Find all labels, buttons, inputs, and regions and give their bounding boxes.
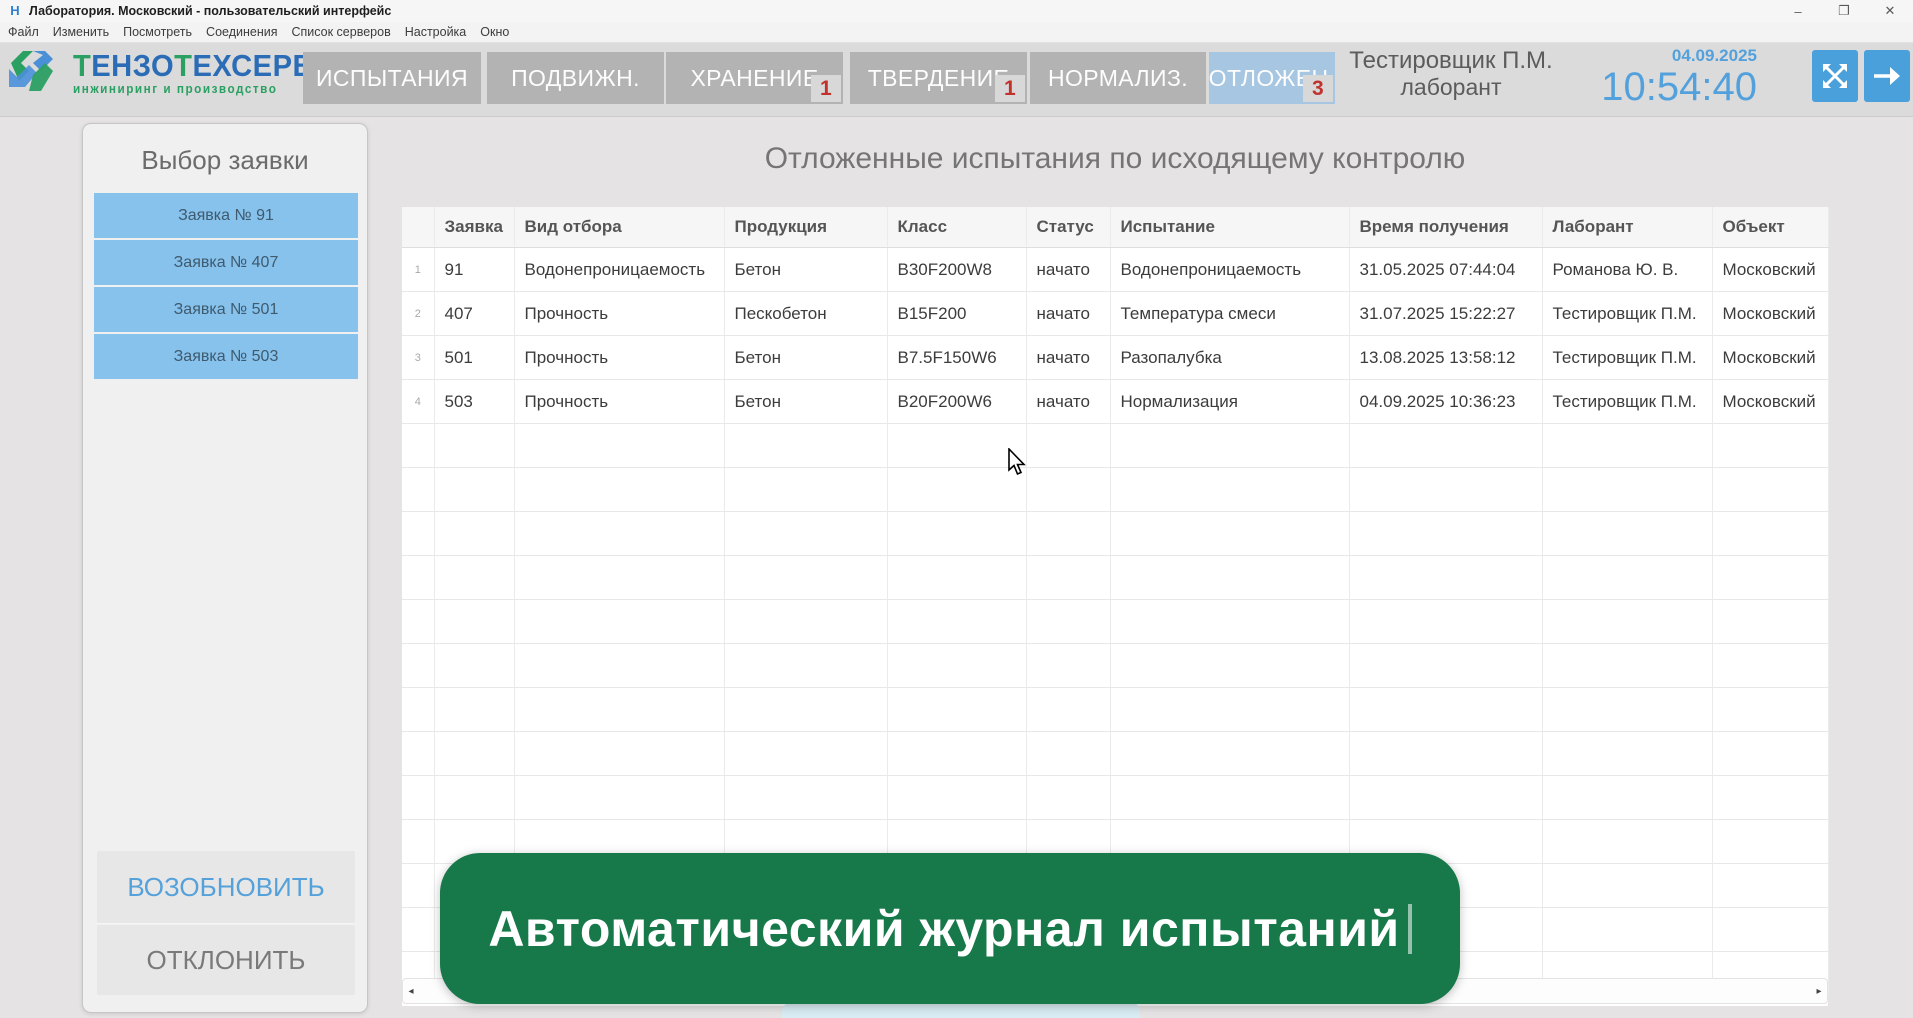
col-header-obekt: Объект [1712, 207, 1828, 248]
table-row[interactable]: 2 407 Прочность Пескобетон B15F200 начат… [402, 292, 1828, 336]
expand-arrows-icon [1820, 61, 1850, 91]
fullscreen-button[interactable] [1812, 50, 1858, 102]
table-row-empty [402, 732, 1828, 776]
col-header-vid-otbora: Вид отбора [514, 207, 724, 248]
window-controls: – ❐ ✕ [1775, 0, 1913, 22]
request-selection-panel: Выбор заявки Заявка № 91 Заявка № 407 За… [82, 123, 368, 1013]
header-bar: ТЕНЗОТЕХСЕРВИС инжиниринг и производство… [0, 43, 1913, 117]
menu-connections[interactable]: Соединения [206, 25, 277, 39]
clock: 04.09.2025 10:54:40 [1565, 46, 1757, 107]
minimize-button[interactable]: – [1775, 0, 1821, 22]
arrow-right-icon [1872, 63, 1902, 89]
col-header-produkciya: Продукция [724, 207, 887, 248]
table-row[interactable]: 4 503 Прочность Бетон B20F200W6 начато Н… [402, 380, 1828, 424]
user-role: лаборант [1345, 74, 1557, 100]
app-icon: Н [8, 4, 22, 18]
user-name: Тестировщик П.М. [1345, 47, 1557, 74]
page-title: Отложенные испытания по исходящему контр… [402, 142, 1828, 176]
current-time: 10:54:40 [1565, 67, 1757, 107]
resume-button[interactable]: ВОЗОБНОВИТЬ [97, 851, 355, 924]
scroll-right-icon[interactable]: ▸ [1811, 986, 1827, 997]
table-row-empty [402, 556, 1828, 600]
title-bar: Н Лаборатория. Московский - пользователь… [0, 0, 1913, 22]
close-button[interactable]: ✕ [1867, 0, 1913, 22]
tab-normaliz[interactable]: НОРМАЛИЗ. [1030, 52, 1206, 104]
col-header-zayavka: Заявка [434, 207, 514, 248]
menu-server-list[interactable]: Список серверов [292, 25, 391, 39]
menu-edit[interactable]: Изменить [53, 25, 109, 39]
request-item-91[interactable]: Заявка № 91 [94, 193, 358, 238]
request-item-503[interactable]: Заявка № 503 [94, 334, 358, 379]
table-row-empty [402, 688, 1828, 732]
scroll-left-icon[interactable]: ◂ [403, 986, 419, 997]
table-row-empty [402, 644, 1828, 688]
col-header-status: Статус [1026, 207, 1110, 248]
table-header: Заявка Вид отбора Продукция Класс Статус… [402, 207, 1828, 248]
menu-view[interactable]: Посмотреть [123, 25, 192, 39]
table-row-empty [402, 468, 1828, 512]
table-row-empty [402, 512, 1828, 556]
sidebar-title: Выбор заявки [83, 145, 367, 176]
menu-bar: Файл Изменить Посмотреть Соединения Спис… [0, 22, 1913, 43]
col-header-laborant: Лаборант [1542, 207, 1712, 248]
text-cursor [1408, 904, 1412, 954]
window-title: Лаборатория. Московский - пользовательск… [29, 4, 391, 18]
current-date: 04.09.2025 [1565, 46, 1757, 66]
table-row-empty [402, 424, 1828, 468]
col-header-ispytanie: Испытание [1110, 207, 1349, 248]
menu-window[interactable]: Окно [480, 25, 509, 39]
caption-banner: Автоматический журнал испытаний [440, 853, 1460, 1004]
tab-khranenie[interactable]: ХРАНЕНИЕ 1 [666, 52, 843, 104]
decline-button[interactable]: ОТКЛОНИТЬ [97, 925, 355, 995]
table-row-empty [402, 776, 1828, 820]
exit-button[interactable] [1864, 50, 1910, 102]
brand-logo-icon [3, 43, 59, 99]
tab-ispytaniya[interactable]: ИСПЫТАНИЯ [303, 52, 481, 104]
mouse-cursor [1008, 448, 1030, 483]
app-window: Н Лаборатория. Московский - пользователь… [0, 0, 1913, 1018]
request-item-407[interactable]: Заявка № 407 [94, 240, 358, 285]
tab-podvizhn[interactable]: ПОДВИЖН. [487, 52, 664, 104]
table-row-empty [402, 600, 1828, 644]
col-header-vremya: Время получения [1349, 207, 1542, 248]
tab-tverdenie-badge: 1 [995, 75, 1025, 102]
col-header-klass: Класс [887, 207, 1026, 248]
background-toast [782, 1002, 1140, 1018]
table-row[interactable]: 1 91 Водонепроницаемость Бетон B30F200W8… [402, 248, 1828, 292]
request-list: Заявка № 91 Заявка № 407 Заявка № 501 За… [83, 193, 367, 379]
tab-khranenie-badge: 1 [811, 75, 841, 102]
menu-settings[interactable]: Настройка [405, 25, 467, 39]
tab-tverdenie[interactable]: ТВЕРДЕНИЕ 1 [850, 52, 1027, 104]
request-item-501[interactable]: Заявка № 501 [94, 287, 358, 332]
col-header-num [402, 207, 434, 248]
maximize-button[interactable]: ❐ [1821, 0, 1867, 22]
table-row[interactable]: 3 501 Прочность Бетон B7.5F150W6 начато … [402, 336, 1828, 380]
tab-otlozhen-active[interactable]: ОТЛОЖЕН. 3 [1209, 52, 1335, 104]
caption-text: Автоматический журнал испытаний [488, 900, 1399, 958]
tab-otlozhen-badge: 3 [1303, 75, 1333, 102]
current-user: Тестировщик П.М. лаборант [1345, 47, 1557, 100]
menu-file[interactable]: Файл [8, 25, 39, 39]
